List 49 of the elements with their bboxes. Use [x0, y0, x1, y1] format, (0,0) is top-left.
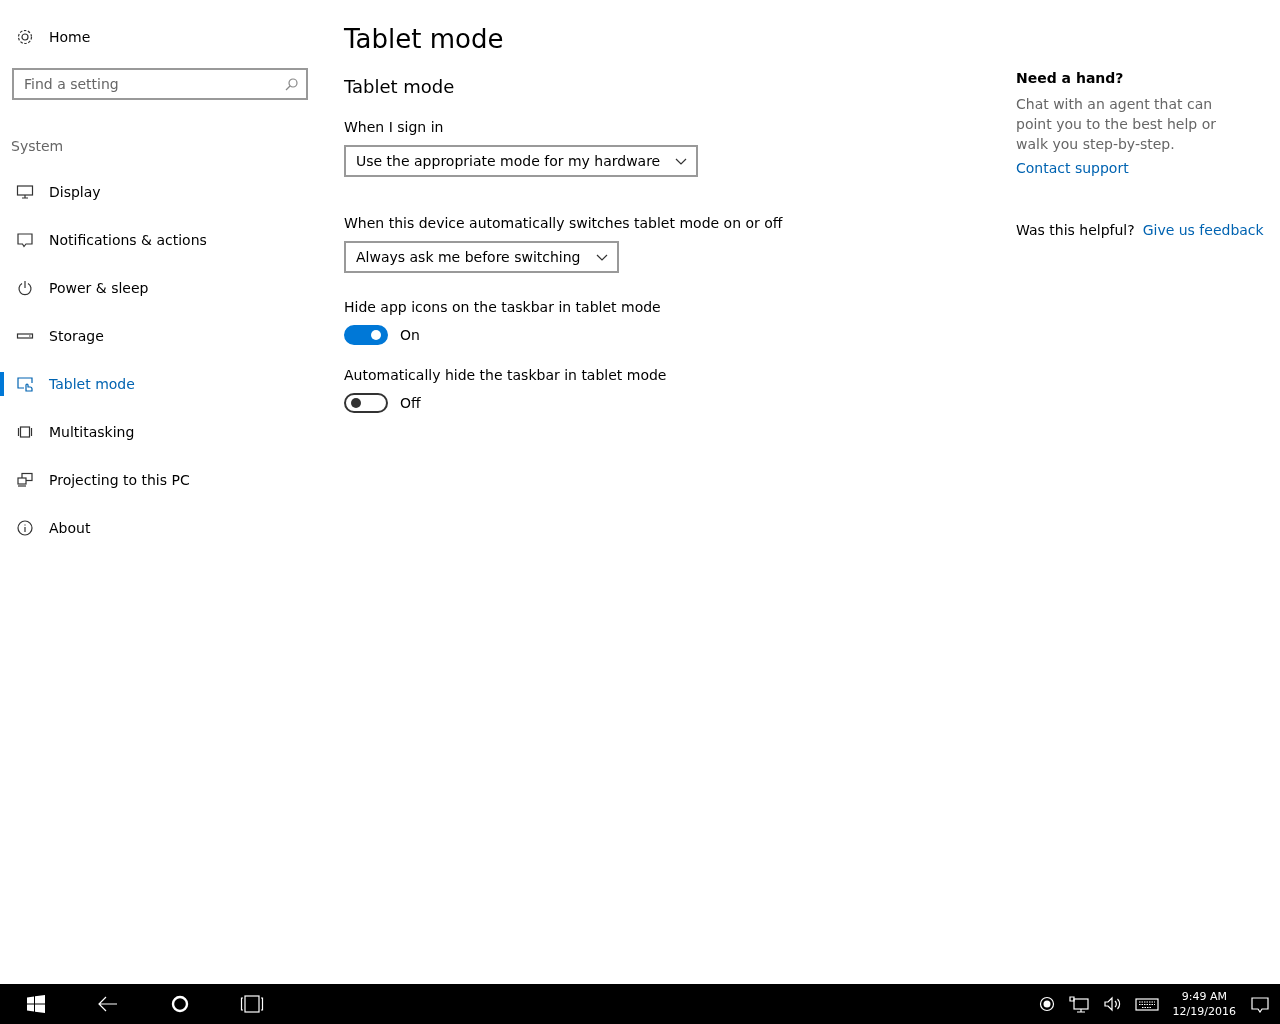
setting-label: Automatically hide the taskbar in tablet mode — [344, 367, 668, 383]
notification-icon — [1250, 995, 1270, 1013]
setting-label: Hide app icons on the taskbar in tablet mode — [344, 299, 662, 315]
record-icon — [1038, 996, 1055, 1012]
multitasking-icon — [16, 423, 34, 441]
network-icon — [1068, 995, 1089, 1013]
nav-item[interactable]: Display — [0, 168, 320, 216]
nav-item[interactable]: Tablet mode — [0, 360, 320, 408]
toggle-state: On — [400, 327, 420, 343]
home-link[interactable]: Home — [0, 0, 320, 48]
toggle-state: Off — [400, 395, 421, 411]
page-title: Tablet mode — [344, 24, 505, 54]
monitor-icon — [16, 183, 34, 201]
gear-icon — [16, 28, 34, 46]
selection-indicator — [0, 372, 4, 396]
contact-support-link[interactable]: Contact support — [1016, 160, 1280, 176]
nav-item[interactable]: Storage — [0, 312, 320, 360]
clock-time: 9:49 AM — [1181, 989, 1227, 1004]
search-field[interactable]: Find a setting — [12, 68, 308, 100]
dropdown[interactable]: Always ask me before switching — [344, 241, 619, 273]
dropdown[interactable]: Use the appropriate mode for my hardware — [344, 145, 699, 177]
section-title: Tablet mode — [344, 76, 456, 97]
feedback-link[interactable]: Give us feedback — [1142, 222, 1264, 238]
setting-label: When I sign in — [344, 119, 445, 135]
power-icon — [16, 279, 34, 297]
speech-bubble-icon — [16, 231, 34, 249]
help-text: Chat with an agent that can point you to the best help or walk you step-by-step. — [1016, 95, 1218, 154]
nav-item[interactable]: Projecting to this PC — [0, 456, 320, 504]
setting-label: When this device automatically switches tablet mode on or off — [344, 215, 784, 231]
section-heading: System — [11, 138, 65, 154]
nav-item[interactable]: Power & sleep — [0, 264, 320, 312]
projecting-icon — [16, 471, 34, 489]
task-view-icon — [240, 994, 264, 1014]
nav-item[interactable]: About — [0, 504, 320, 552]
clock-date: 12/19/2016 — [1172, 1004, 1236, 1019]
windows-logo-icon — [27, 995, 45, 1013]
tablet-hand-icon — [16, 375, 34, 393]
help-title: Need a hand? — [1016, 70, 1125, 86]
search-icon — [283, 76, 299, 92]
speaker-icon — [1102, 995, 1121, 1013]
nav-item[interactable]: Multitasking — [0, 408, 320, 456]
back-arrow-icon — [97, 995, 119, 1013]
nav-item[interactable]: Notifications & actions — [0, 216, 320, 264]
info-icon — [16, 519, 34, 537]
toggle-switch[interactable] — [344, 325, 388, 345]
helpful-question: Was this helpful? — [1016, 222, 1135, 238]
keyboard-icon — [1134, 995, 1159, 1013]
circle-icon — [171, 995, 189, 1013]
toggle-switch[interactable] — [344, 393, 388, 413]
